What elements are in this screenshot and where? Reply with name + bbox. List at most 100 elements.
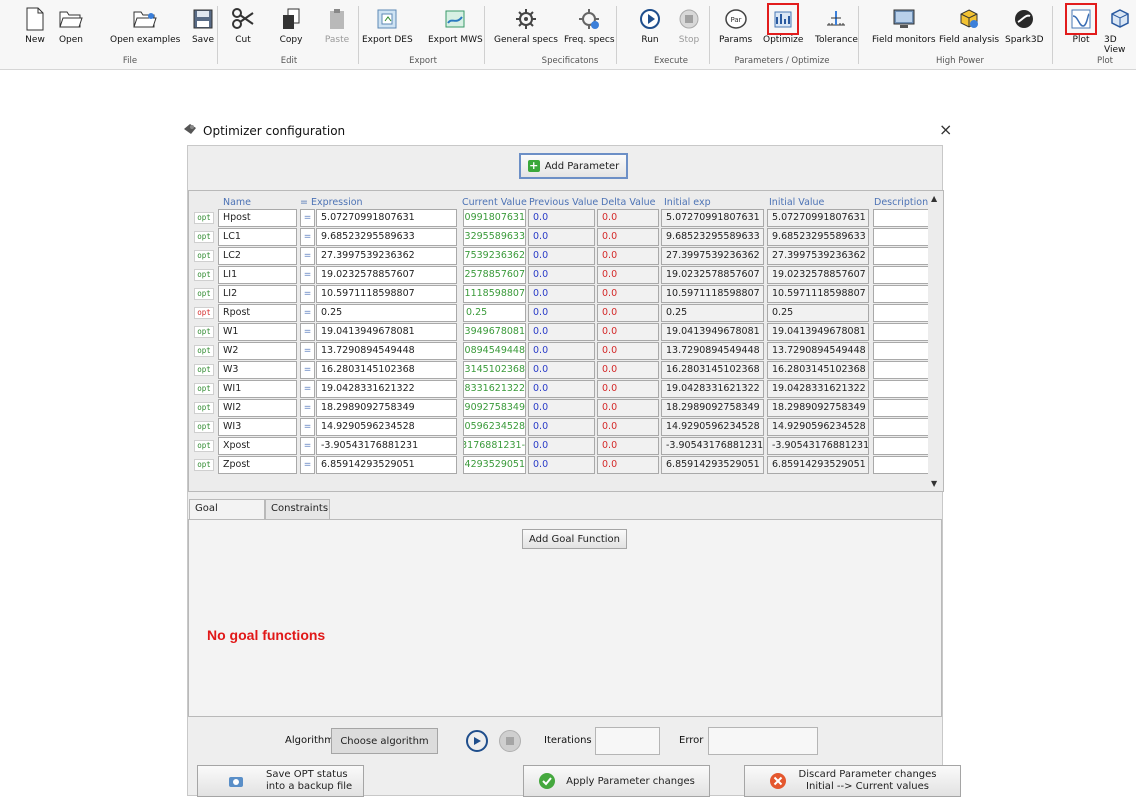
tab-goal-functions[interactable]: Goal Functions: [189, 499, 265, 532]
param-description-field[interactable]: [873, 418, 930, 436]
param-name-field[interactable]: LC2: [218, 247, 297, 265]
param-initial-exp: 19.0428331621322: [661, 380, 764, 398]
param-initial-exp: 19.0413949678081: [661, 323, 764, 341]
params-button[interactable]: Par Params: [719, 6, 752, 45]
param-expression-field[interactable]: 0.25: [316, 304, 457, 322]
general-specs-button[interactable]: General specs: [494, 6, 558, 45]
plot-button[interactable]: Plot: [1065, 3, 1097, 45]
cut-button[interactable]: Cut: [230, 6, 256, 45]
error-field[interactable]: [708, 727, 818, 755]
param-expression-field[interactable]: 19.0232578857607: [316, 266, 457, 284]
opt-toggle[interactable]: opt: [194, 345, 214, 357]
param-name-field[interactable]: Zpost: [218, 456, 297, 474]
tab-constraints[interactable]: Constraints: [265, 499, 330, 519]
run-button[interactable]: Run: [637, 6, 663, 45]
param-name-field[interactable]: WI3: [218, 418, 297, 436]
add-parameter-button[interactable]: + Add Parameter: [519, 153, 628, 179]
param-description-field[interactable]: [873, 342, 930, 360]
scroll-up-icon[interactable]: ▲: [931, 194, 937, 203]
opt-toggle[interactable]: opt: [194, 250, 214, 262]
opt-toggle[interactable]: opt: [194, 307, 214, 319]
save-opt-status-button[interactable]: Save OPT status into a backup file: [197, 765, 364, 797]
iterations-field[interactable]: [595, 727, 660, 755]
param-name-field[interactable]: LI1: [218, 266, 297, 284]
param-expression-field[interactable]: 19.0428331621322: [316, 380, 457, 398]
opt-toggle[interactable]: opt: [194, 326, 214, 338]
param-expression-field[interactable]: 16.2803145102368: [316, 361, 457, 379]
param-description-field[interactable]: [873, 361, 930, 379]
param-expression-field[interactable]: 9.68523295589633: [316, 228, 457, 246]
run-optimization-button[interactable]: [466, 730, 488, 752]
param-description-field[interactable]: [873, 323, 930, 341]
close-icon[interactable]: ×: [939, 120, 952, 139]
param-description-field[interactable]: [873, 380, 930, 398]
opt-toggle[interactable]: opt: [194, 459, 214, 471]
export-mws-button[interactable]: Export MWS: [428, 6, 483, 45]
param-description-field[interactable]: [873, 228, 930, 246]
opt-toggle[interactable]: opt: [194, 364, 214, 376]
opt-toggle[interactable]: opt: [194, 212, 214, 224]
opt-toggle[interactable]: opt: [194, 421, 214, 433]
open-button[interactable]: Open: [58, 6, 84, 45]
vertical-scrollbar[interactable]: ▲ ▼: [928, 192, 942, 490]
param-delta-value: 0.0: [597, 304, 659, 322]
choose-algorithm-button[interactable]: Choose algorithm: [331, 728, 438, 754]
param-expression-field[interactable]: 14.9290596234528: [316, 418, 457, 436]
param-name-field[interactable]: Rpost: [218, 304, 297, 322]
export-des-button[interactable]: Export DES: [362, 6, 413, 45]
scroll-down-icon[interactable]: ▼: [931, 479, 937, 488]
discard-parameter-changes-button[interactable]: Discard Parameter changes Initial --> Cu…: [744, 765, 961, 797]
param-expression-field[interactable]: 10.5971118598807: [316, 285, 457, 303]
param-description-field[interactable]: [873, 209, 930, 227]
optimize-button[interactable]: Optimize: [763, 3, 803, 45]
param-previous-value: 0.0: [528, 266, 595, 284]
param-description-field[interactable]: [873, 456, 930, 474]
param-name-field[interactable]: LC1: [218, 228, 297, 246]
param-expression-field[interactable]: 5.07270991807631: [316, 209, 457, 227]
field-analysis-button[interactable]: Field analysis: [939, 6, 999, 45]
opt-toggle[interactable]: opt: [194, 269, 214, 281]
copy-button[interactable]: Copy: [278, 6, 304, 45]
param-expression-field[interactable]: 19.0413949678081: [316, 323, 457, 341]
stop-button[interactable]: Stop: [676, 6, 702, 45]
opt-toggle[interactable]: opt: [194, 383, 214, 395]
param-name-field[interactable]: WI2: [218, 399, 297, 417]
param-expression-field[interactable]: 13.7290894549448: [316, 342, 457, 360]
opt-toggle[interactable]: opt: [194, 402, 214, 414]
param-expression-field[interactable]: 27.3997539236362: [316, 247, 457, 265]
freq-specs-button[interactable]: Freq. specs: [564, 6, 615, 45]
field-monitors-button[interactable]: Field monitors: [872, 6, 936, 45]
param-name-field[interactable]: W2: [218, 342, 297, 360]
param-previous-value: 0.0: [528, 323, 595, 341]
opt-toggle[interactable]: opt: [194, 231, 214, 243]
param-name-field[interactable]: Hpost: [218, 209, 297, 227]
param-description-field[interactable]: [873, 247, 930, 265]
tolerance-button[interactable]: Tolerance: [815, 6, 858, 45]
param-description-field[interactable]: [873, 399, 930, 417]
param-name-field[interactable]: LI2: [218, 285, 297, 303]
open-examples-button[interactable]: Open examples: [110, 6, 180, 45]
paste-button[interactable]: Paste: [324, 6, 350, 45]
param-description-field[interactable]: [873, 437, 930, 455]
opt-toggle[interactable]: opt: [194, 288, 214, 300]
param-name-field[interactable]: W1: [218, 323, 297, 341]
param-name-field[interactable]: W3: [218, 361, 297, 379]
dialog-title-bar: Optimizer configuration: [183, 123, 345, 138]
add-goal-function-button[interactable]: Add Goal Function: [522, 529, 627, 549]
param-description-field[interactable]: [873, 304, 930, 322]
param-expression-field[interactable]: 18.2989092758349: [316, 399, 457, 417]
param-name-field[interactable]: WI1: [218, 380, 297, 398]
opt-toggle[interactable]: opt: [194, 440, 214, 452]
save-button[interactable]: Save: [190, 6, 216, 45]
param-previous-value: 0.0: [528, 304, 595, 322]
param-expression-field[interactable]: 6.85914293529051: [316, 456, 457, 474]
param-name-field[interactable]: Xpost: [218, 437, 297, 455]
3d-view-button[interactable]: 3D View: [1104, 6, 1136, 55]
new-button[interactable]: New: [22, 6, 48, 45]
apply-parameter-changes-button[interactable]: Apply Parameter changes: [523, 765, 710, 797]
spark3d-button[interactable]: Spark3D: [1005, 6, 1044, 45]
stop-optimization-button[interactable]: [499, 730, 521, 752]
param-description-field[interactable]: [873, 266, 930, 284]
param-expression-field[interactable]: -3.90543176881231: [316, 437, 457, 455]
param-description-field[interactable]: [873, 285, 930, 303]
